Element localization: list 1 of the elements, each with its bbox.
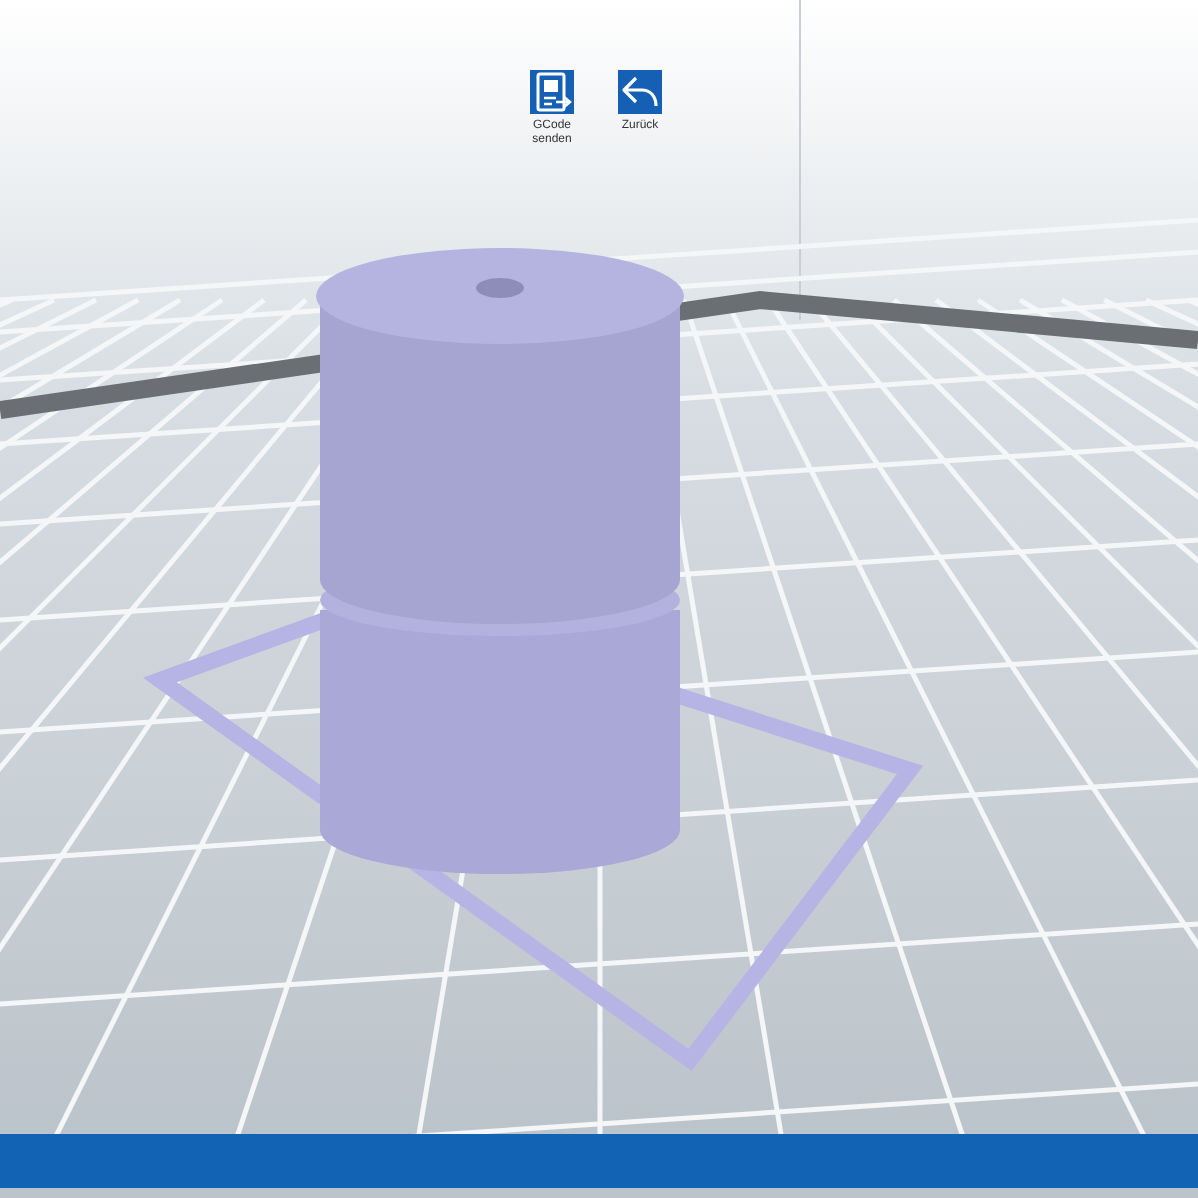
curved-arrow-icon — [618, 70, 662, 114]
